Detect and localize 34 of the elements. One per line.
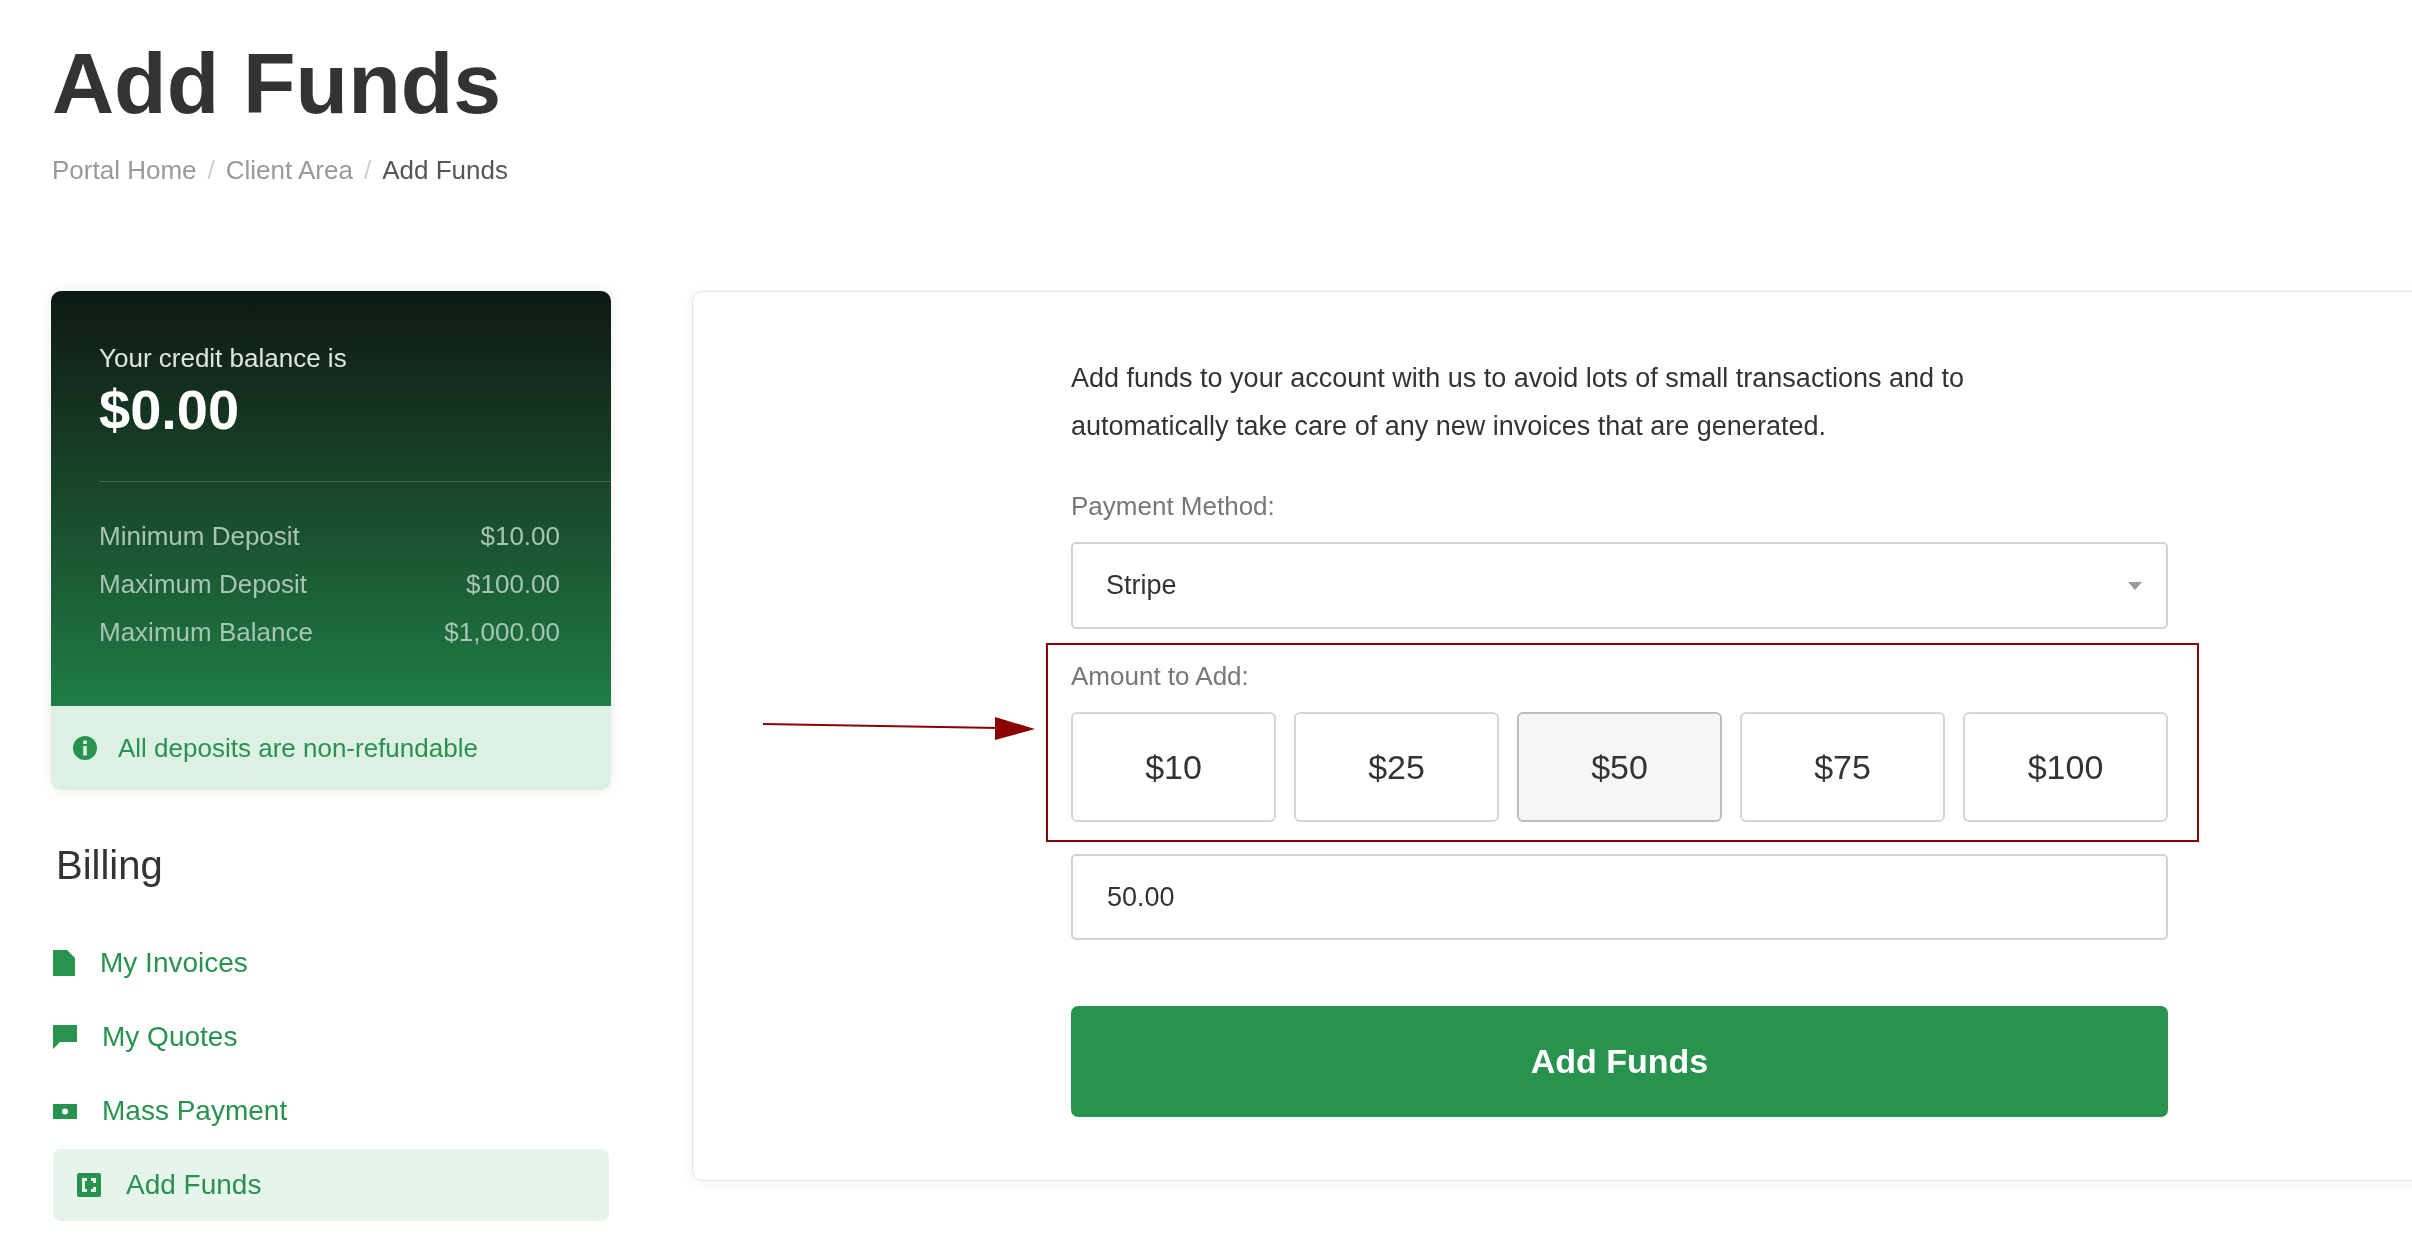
section-heading: Billing <box>56 842 163 888</box>
limit-value: $10.00 <box>480 519 560 553</box>
limit-value: $1,000.00 <box>444 615 560 649</box>
breadcrumb-separator: / <box>362 155 373 186</box>
amount-option[interactable]: $75 <box>1740 712 1945 822</box>
sidebar-item[interactable]: My Invoices <box>53 927 609 999</box>
limit-label: Maximum Balance <box>99 615 313 649</box>
banknote-icon <box>53 1103 77 1119</box>
breadcrumb-separator: / <box>206 155 216 186</box>
arrow-icon <box>763 715 1035 741</box>
caret-icon <box>2128 581 2142 590</box>
sidebar-item[interactable]: My Quotes <box>53 1001 609 1073</box>
limit-label: Maximum Deposit <box>99 567 308 601</box>
field-label: Amount to Add: <box>1071 661 1249 691</box>
amount-option[interactable]: $50 <box>1517 712 1722 822</box>
field-label: Payment Method: <box>1071 490 1275 523</box>
file-icon <box>53 950 75 976</box>
speech-bubble-icon <box>53 1025 77 1049</box>
amount-option[interactable]: $100 <box>1963 712 2168 822</box>
amount-option[interactable]: $25 <box>1294 712 1499 822</box>
info-icon <box>73 736 97 760</box>
limit-label: Minimum Deposit <box>99 519 300 553</box>
amount-input[interactable]: 50.00 <box>1071 854 2168 940</box>
intro-text: Add funds to your account with us to avoid lots of small transactions and to automatically take care of any new invoices that are generated. <box>1071 362 1965 443</box>
balance-amount: $0.00 <box>99 380 240 440</box>
sidebar-item[interactable]: Mass Payment <box>53 1075 609 1147</box>
limit-value: $100.00 <box>466 567 560 601</box>
breadcrumb-link[interactable]: Add Funds <box>382 155 508 186</box>
add-funds-button[interactable]: Add Funds <box>1071 1006 2168 1117</box>
balance-caption: Your credit balance is <box>99 343 347 373</box>
amount-option[interactable]: $10 <box>1071 712 1276 822</box>
payment-method-select[interactable]: Stripe <box>1071 542 2168 629</box>
page-title: Add Funds <box>52 40 502 126</box>
notice-text: All deposits are non-refundable <box>118 731 478 765</box>
